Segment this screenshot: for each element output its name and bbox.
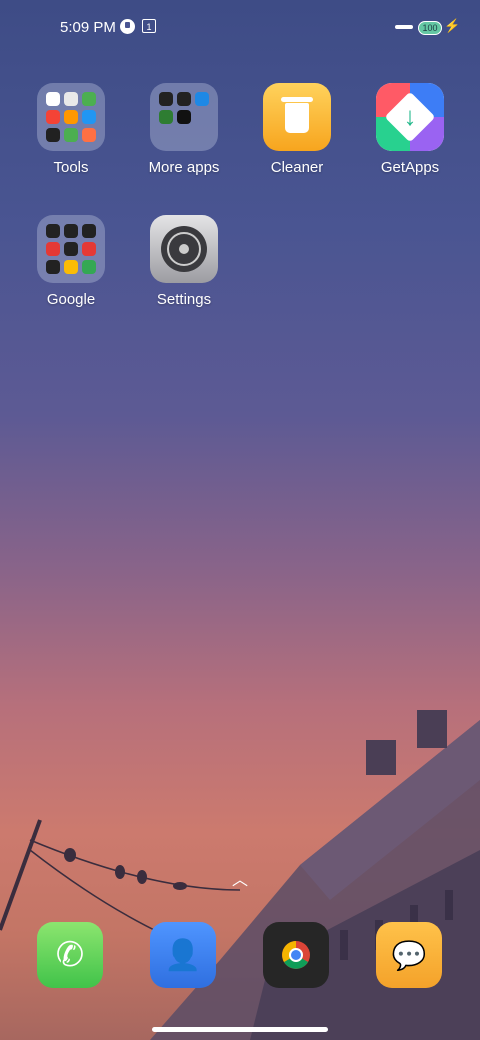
app-label: Settings (156, 291, 212, 308)
charging-icon: ⚡ (444, 18, 461, 33)
app-label: More apps (148, 159, 220, 176)
phone-icon: ✆ (37, 922, 103, 988)
home-indicator[interactable] (152, 1027, 328, 1032)
cleaner-icon (263, 83, 331, 151)
app-label: Cleaner (270, 159, 324, 176)
folder-google[interactable]: Google (16, 215, 126, 308)
contacts-icon: 👤 (150, 922, 216, 988)
signal-icon (395, 25, 413, 29)
calendar-notification-icon: 1 (142, 19, 156, 33)
more-apps-folder-icon (150, 83, 218, 151)
chrome-icon (263, 922, 329, 988)
google-folder-icon (37, 215, 105, 283)
app-notification-icon (120, 19, 135, 34)
app-settings[interactable]: Settings (129, 215, 239, 308)
dock-phone[interactable]: ✆ (37, 922, 103, 988)
dock-contacts[interactable]: 👤 (150, 922, 216, 988)
app-label: Tools (53, 159, 89, 176)
status-bar: 5:09 PM 1 100 ⚡ (0, 0, 480, 56)
dock-chrome[interactable] (263, 922, 329, 988)
settings-icon (150, 215, 218, 283)
getapps-icon: ↓ (376, 83, 444, 151)
dock-messages[interactable]: 💬 (376, 922, 442, 988)
folder-more-apps[interactable]: More apps (129, 83, 239, 176)
messages-icon: 💬 (376, 922, 442, 988)
battery-icon: 100 (418, 21, 442, 35)
app-cleaner[interactable]: Cleaner (242, 83, 352, 176)
status-time: 5:09 PM (60, 19, 116, 36)
app-drawer-chevron-icon[interactable]: ︿ (230, 866, 250, 889)
app-label: GetApps (380, 159, 440, 176)
tools-folder-icon (37, 83, 105, 151)
folder-tools[interactable]: Tools (16, 83, 126, 176)
app-getapps[interactable]: ↓ GetApps (355, 83, 465, 176)
app-label: Google (46, 291, 96, 308)
